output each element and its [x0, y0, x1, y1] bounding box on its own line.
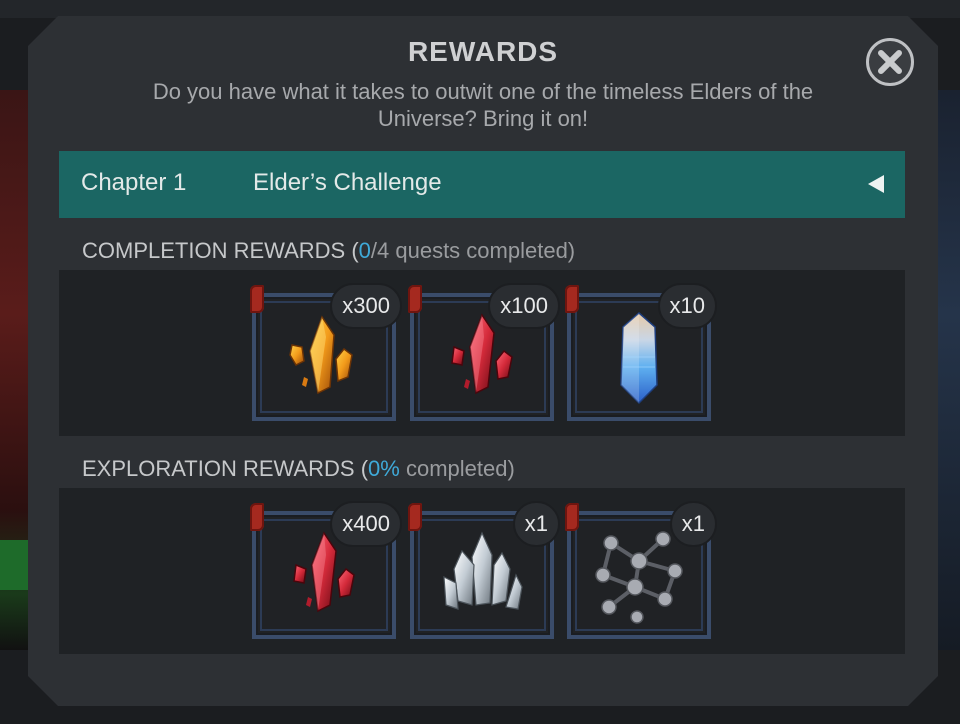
reward-slot-blue-crystal[interactable]: x10 — [567, 285, 711, 421]
quests-total-label: /4 quests completed) — [370, 238, 576, 263]
chapter-selector[interactable]: Chapter 1 Elder’s Challenge — [59, 151, 905, 218]
reward-corner-tag — [408, 285, 422, 313]
reward-count: x300 — [330, 283, 402, 329]
chapter-name: Elder’s Challenge — [253, 169, 442, 196]
reward-slot-catalyst[interactable]: x1 — [567, 503, 711, 639]
reward-count: x1 — [513, 501, 560, 547]
completion-rewards-row: x300 x100 x10 — [59, 270, 905, 436]
background-scene-green-strip — [0, 540, 30, 590]
exploration-label: EXPLORATION REWARDS ( — [82, 456, 369, 481]
reward-count: x400 — [330, 501, 402, 547]
reward-count: x1 — [670, 501, 717, 547]
chevron-left-icon[interactable] — [868, 175, 884, 193]
completion-label: COMPLETION REWARDS ( — [82, 238, 359, 263]
reward-corner-tag — [250, 503, 264, 531]
chapter-number: Chapter 1 — [81, 169, 187, 196]
modal-title: REWARDS — [407, 36, 559, 67]
rewards-modal: REWARDS Do you have what it takes to out… — [28, 16, 938, 706]
clear-crystal-cluster-icon — [432, 525, 532, 625]
completion-rewards-heading: COMPLETION REWARDS (0/4 quests completed… — [82, 238, 575, 264]
molecule-catalyst-icon — [589, 525, 689, 625]
exploration-rewards-heading: EXPLORATION REWARDS (0% completed) — [82, 456, 515, 482]
reward-slot-gold-shards[interactable]: x300 — [252, 285, 396, 421]
exploration-rewards-row: x400 x1 x1 — [59, 488, 905, 654]
reward-corner-tag — [250, 285, 264, 313]
reward-slot-red-shards-large[interactable]: x400 — [252, 503, 396, 639]
reward-slot-red-shards[interactable]: x100 — [410, 285, 554, 421]
reward-corner-tag — [408, 503, 422, 531]
exploration-rest-label: completed) — [399, 456, 515, 481]
top-hud-bar — [0, 0, 960, 18]
quests-completed-count: 0 — [358, 238, 371, 263]
reward-slot-clear-crystal[interactable]: x1 — [410, 503, 554, 639]
reward-corner-tag — [565, 503, 579, 531]
close-button[interactable] — [866, 38, 914, 86]
reward-count: x100 — [488, 283, 560, 329]
reward-count: x10 — [658, 283, 717, 329]
reward-corner-tag — [565, 285, 579, 313]
modal-subtitle: Do you have what it takes to outwit one … — [152, 79, 814, 131]
close-icon — [875, 47, 905, 77]
exploration-percent: 0% — [368, 456, 400, 481]
